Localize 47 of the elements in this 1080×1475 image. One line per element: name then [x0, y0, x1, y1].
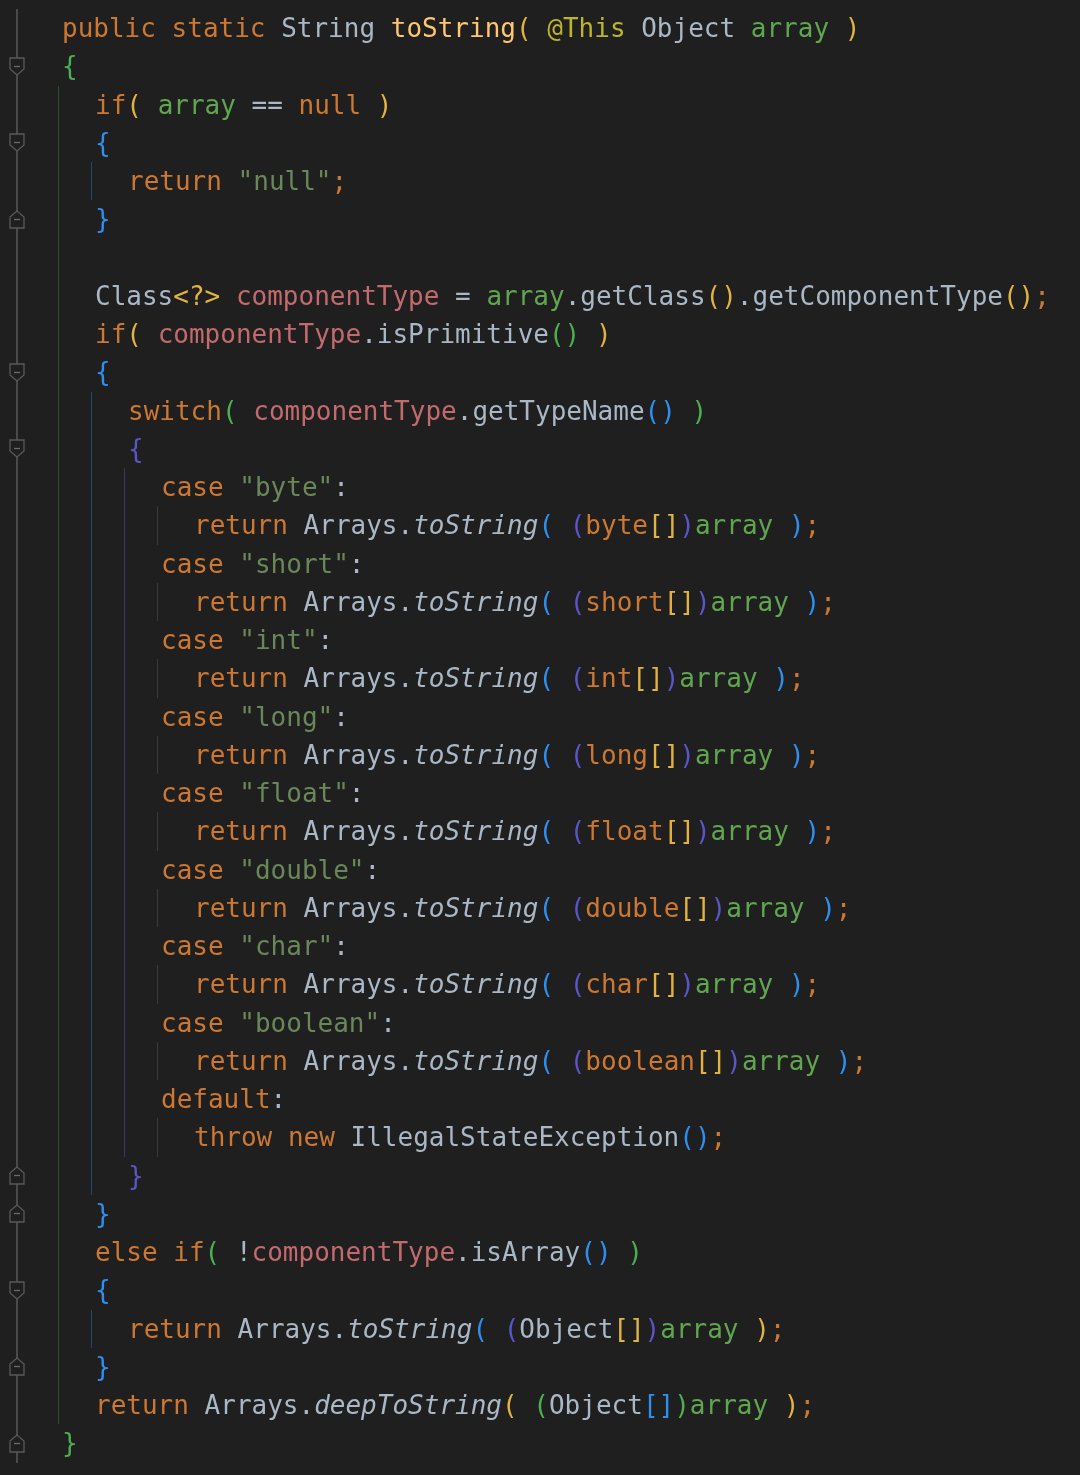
code-line: }	[95, 1197, 111, 1231]
fold-end-icon[interactable]	[9, 1357, 25, 1377]
fold-end-icon[interactable]	[9, 1204, 25, 1224]
code-line: {	[62, 50, 78, 84]
code-line: return Arrays.toString( (boolean[])array );	[194, 1044, 868, 1078]
code-line: return Arrays.toString( (Object[])array );	[128, 1312, 786, 1346]
fold-end-icon[interactable]	[9, 209, 25, 229]
code-line: return Arrays.deepToString( (Object[])array );	[95, 1389, 816, 1422]
code-line: {	[95, 1274, 111, 1308]
fold-end-icon[interactable]	[9, 1433, 25, 1453]
code-line: case "double":	[161, 853, 381, 887]
code-line: {	[95, 356, 111, 390]
code-line: }	[62, 1427, 78, 1461]
code-line: return Arrays.toString( (double[])array );	[194, 891, 852, 925]
fold-collapse-icon[interactable]	[9, 362, 25, 382]
code-line: return Arrays.toString( (char[])array );	[194, 968, 821, 1002]
code-line: return Arrays.toString( (float[])array );	[194, 815, 836, 849]
code-line: {	[128, 432, 144, 466]
fold-collapse-icon[interactable]	[9, 439, 25, 459]
fold-collapse-icon[interactable]	[9, 1280, 25, 1300]
code-line: if( componentType.isPrimitive() )	[95, 318, 612, 351]
code-line: }	[128, 1159, 144, 1193]
code-line: return Arrays.toString( (int[])array );	[194, 662, 805, 696]
code-line: throw new IllegalStateException();	[194, 1121, 727, 1155]
code-line: Class<?> componentType = array.getClass().getComponentType();	[95, 279, 1050, 313]
code-line: else if( !componentType.isArray() )	[95, 1236, 643, 1269]
code-line: case "int":	[161, 624, 334, 657]
code-line: }	[95, 203, 111, 237]
fold-end-icon[interactable]	[9, 1166, 25, 1186]
code-line: case "char":	[161, 930, 349, 963]
code-line: case "short":	[161, 547, 365, 581]
fold-collapse-icon[interactable]	[9, 133, 25, 153]
code-line: case "byte":	[161, 471, 349, 504]
code-line: return Arrays.toString( (short[])array );	[194, 585, 836, 619]
code-line: }	[95, 1350, 111, 1384]
code-line: if( array == null )	[95, 88, 393, 122]
code-line: case "boolean":	[161, 1006, 396, 1040]
code-line: case "float":	[161, 777, 365, 810]
code-line: {	[95, 126, 111, 160]
code-line: return Arrays.toString( (byte[])array );	[194, 509, 821, 543]
fold-collapse-icon[interactable]	[9, 56, 25, 76]
code-line: return "null";	[128, 165, 348, 198]
code-line: switch( componentType.getTypeName() )	[128, 394, 708, 428]
code-line: case "long":	[161, 700, 349, 734]
code-line: default:	[161, 1083, 287, 1116]
code-line: return Arrays.toString( (long[])array );	[194, 738, 821, 772]
code-line: public static String toString( @This Object array )	[62, 12, 861, 45]
